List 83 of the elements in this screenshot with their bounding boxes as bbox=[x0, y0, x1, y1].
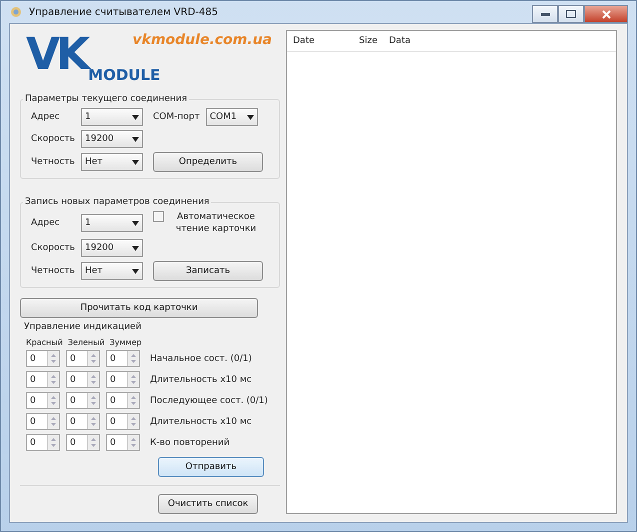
checkbox[interactable] bbox=[153, 211, 164, 222]
spin-field[interactable]: 0 bbox=[26, 413, 60, 430]
field-label: Скорость bbox=[31, 134, 76, 144]
caret-icon bbox=[246, 114, 254, 120]
logo-initials: VK bbox=[26, 30, 86, 80]
field-label: Четность bbox=[31, 266, 76, 276]
group-title: Параметры текущего соединения bbox=[24, 94, 188, 104]
spin-field[interactable]: 0 bbox=[106, 434, 140, 451]
minimize-icon bbox=[540, 12, 550, 16]
row-label: Длительность x10 мс bbox=[150, 374, 252, 384]
dropdown-field[interactable]: 19200 bbox=[81, 130, 143, 148]
send-button[interactable]: Отправить bbox=[158, 457, 264, 477]
spin-arrows-icon[interactable] bbox=[87, 351, 99, 366]
spin-arrows-icon[interactable] bbox=[47, 393, 59, 408]
column-label: Зеленый bbox=[68, 338, 105, 347]
spin-arrows-icon[interactable] bbox=[47, 372, 59, 387]
group-title: Управление индикацией bbox=[23, 322, 142, 332]
caret-icon bbox=[132, 136, 139, 142]
caret-icon bbox=[132, 268, 139, 274]
spin-arrows-icon[interactable] bbox=[87, 393, 99, 408]
window-title: Управление считывателем VRD-485 bbox=[29, 6, 219, 18]
spin-arrows-icon[interactable] bbox=[127, 351, 139, 366]
field-label: Скорость bbox=[31, 243, 76, 253]
spin-arrows-icon[interactable] bbox=[127, 435, 139, 450]
spin-arrows-icon[interactable] bbox=[47, 414, 59, 429]
dropdown-field[interactable]: 19200 bbox=[81, 239, 143, 257]
spin-arrows-icon[interactable] bbox=[127, 414, 139, 429]
dropdown-field[interactable]: Нет bbox=[81, 262, 143, 280]
spin-field[interactable]: 0 bbox=[66, 434, 100, 451]
group-title: Запись новых параметров соединения bbox=[24, 197, 210, 207]
spin-field[interactable]: 0 bbox=[26, 371, 60, 388]
minimize-button[interactable] bbox=[532, 5, 558, 23]
dropdown-field[interactable]: 1 bbox=[81, 108, 143, 126]
row-label: Длительность x10 мс bbox=[150, 416, 252, 426]
spin-field[interactable]: 0 bbox=[66, 392, 100, 409]
spin-arrows-icon[interactable] bbox=[47, 351, 59, 366]
spin-arrows-icon[interactable] bbox=[127, 372, 139, 387]
spin-arrows-icon[interactable] bbox=[87, 414, 99, 429]
spin-field[interactable]: 0 bbox=[66, 371, 100, 388]
caret-icon bbox=[132, 114, 139, 120]
column-header[interactable]: Size bbox=[353, 36, 383, 46]
spin-arrows-icon[interactable] bbox=[47, 435, 59, 450]
website-text: vkmodule.com.ua bbox=[132, 32, 272, 48]
column-label: Зуммер bbox=[110, 338, 143, 347]
app-icon bbox=[9, 5, 23, 19]
spin-arrows-icon[interactable] bbox=[127, 393, 139, 408]
spin-field[interactable]: 0 bbox=[26, 392, 60, 409]
spin-arrows-icon[interactable] bbox=[87, 435, 99, 450]
column-label: Красный bbox=[26, 338, 63, 347]
caret-icon bbox=[132, 220, 139, 226]
maximize-icon bbox=[566, 10, 576, 18]
write-button[interactable]: Записать bbox=[153, 261, 263, 281]
field-label: Четность bbox=[31, 157, 76, 167]
read-card-button[interactable]: Прочитать код карточки bbox=[20, 298, 258, 318]
clear-list-button[interactable]: Очистить список bbox=[158, 494, 258, 514]
close-icon bbox=[602, 10, 610, 18]
field-label: COM-порт bbox=[153, 112, 200, 122]
maximize-button[interactable] bbox=[558, 5, 584, 23]
spin-field[interactable]: 0 bbox=[106, 371, 140, 388]
dropdown-field[interactable]: 1 bbox=[81, 214, 143, 232]
field-label: Адрес bbox=[31, 218, 61, 228]
close-button[interactable] bbox=[584, 5, 628, 23]
column-header[interactable]: Data bbox=[383, 36, 429, 46]
logo-wordmark: MODULE bbox=[88, 66, 160, 84]
detect-button[interactable]: Определить bbox=[153, 152, 263, 172]
spin-field[interactable]: 0 bbox=[106, 350, 140, 367]
spin-field[interactable]: 0 bbox=[66, 350, 100, 367]
field-label: Адрес bbox=[31, 112, 61, 122]
spin-field[interactable]: 0 bbox=[26, 350, 60, 367]
spin-field[interactable]: 0 bbox=[66, 413, 100, 430]
dropdown-field[interactable]: COM1 bbox=[206, 108, 258, 126]
spin-field[interactable]: 0 bbox=[106, 413, 140, 430]
caret-icon bbox=[132, 246, 139, 250]
spin-field[interactable]: 0 bbox=[26, 434, 60, 451]
spin-field[interactable]: 0 bbox=[106, 392, 140, 409]
checkbox-label: Автоматическое чтение карточки bbox=[174, 211, 258, 235]
spin-arrows-icon[interactable] bbox=[87, 372, 99, 387]
column-header[interactable]: Date bbox=[287, 36, 353, 46]
row-label: К-во повторений bbox=[150, 438, 230, 448]
dropdown-field[interactable]: Нет bbox=[81, 153, 143, 171]
row-label: Начальное сост. (0/1) bbox=[150, 354, 252, 364]
row-label: Последующее сост. (0/1) bbox=[150, 396, 268, 406]
caret-icon bbox=[132, 160, 139, 164]
